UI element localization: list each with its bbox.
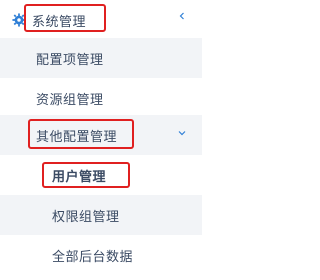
menu-group-other-config-label: 其他配置管理 bbox=[36, 129, 118, 145]
chevron-left-icon[interactable] bbox=[178, 12, 186, 20]
menu-item-all-backend-data[interactable]: 全部后台数据 bbox=[0, 235, 202, 275]
menu-item-permission-group[interactable]: 权限组管理 bbox=[0, 195, 202, 235]
chevron-down-icon[interactable] bbox=[178, 129, 186, 137]
menu-item-config[interactable]: 配置项管理 bbox=[0, 38, 202, 78]
menu-item-config-label: 配置项管理 bbox=[36, 52, 104, 68]
menu-item-users[interactable]: 用户管理 bbox=[0, 155, 202, 195]
menu-item-users-label: 用户管理 bbox=[52, 169, 107, 185]
menu-item-resource-group[interactable]: 资源组管理 bbox=[0, 78, 202, 118]
menu-group-system-label: 系统管理 bbox=[32, 14, 87, 30]
sidebar-menu: 系统管理 配置项管理 资源组管理 其他配置管理 用户管理 权限组管理 全部后台数… bbox=[0, 0, 202, 280]
menu-group-other-config[interactable]: 其他配置管理 bbox=[0, 115, 202, 155]
menu-item-resource-group-label: 资源组管理 bbox=[36, 92, 104, 108]
menu-item-all-backend-data-label: 全部后台数据 bbox=[52, 249, 134, 265]
menu-group-system[interactable]: 系统管理 bbox=[0, 0, 202, 40]
menu-item-permission-group-label: 权限组管理 bbox=[52, 209, 120, 225]
gear-icon bbox=[12, 13, 26, 27]
